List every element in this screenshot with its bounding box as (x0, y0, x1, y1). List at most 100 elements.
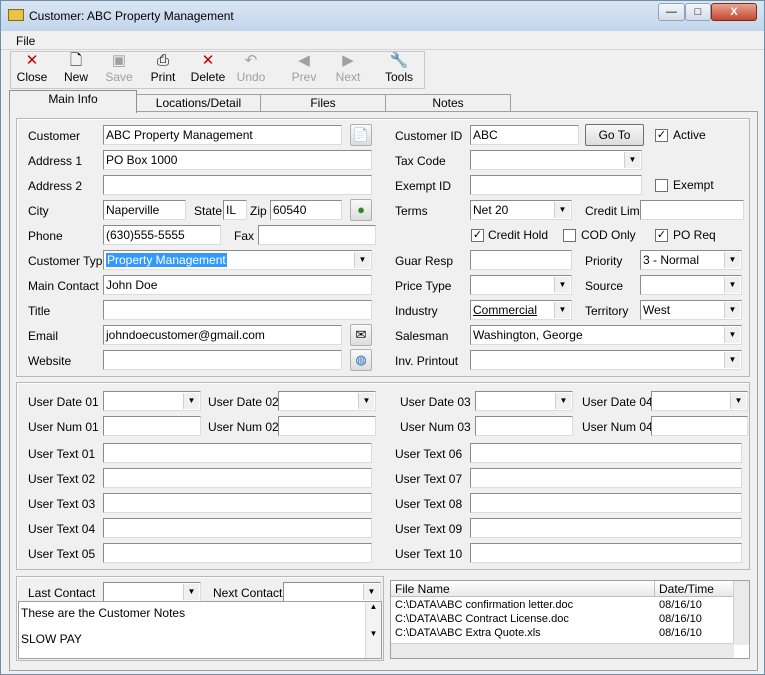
exempt-checkbox[interactable] (655, 179, 668, 192)
copy-document-icon[interactable]: 📄 (350, 124, 372, 146)
user-text-02-input[interactable] (103, 468, 372, 488)
menu-bar: File (1, 32, 764, 50)
zip-input[interactable]: 60540 (270, 200, 342, 220)
chevron-down-icon[interactable]: ▼ (724, 327, 740, 343)
email-input[interactable]: johndoecustomer@gmail.com (103, 325, 342, 345)
user-text-03-input[interactable] (103, 493, 372, 513)
delete-button[interactable]: ✕ Delete (188, 52, 228, 88)
file-row[interactable]: C:\DATA\ABC Contract License.doc (395, 613, 569, 625)
user-text-09-input[interactable] (470, 518, 742, 538)
tax-code-select[interactable]: ▼ (470, 150, 642, 170)
prev-button[interactable]: ◀ Prev (287, 52, 321, 88)
tab-notes[interactable]: Notes (385, 94, 511, 112)
user-text-08-input[interactable] (470, 493, 742, 513)
maximize-button[interactable]: □ (685, 3, 711, 21)
new-button[interactable]: 🗋 New (59, 52, 93, 88)
exempt-id-input[interactable] (470, 175, 642, 195)
credit-hold-checkbox[interactable]: ✓ (471, 229, 484, 242)
date-time-column-header[interactable]: Date/Time (655, 581, 735, 597)
terms-select[interactable]: Net 20 ▼ (470, 200, 572, 220)
last-contact-select[interactable]: ▼ (103, 582, 201, 602)
user-date-03-select[interactable]: ▼ (475, 391, 573, 411)
file-row[interactable]: C:\DATA\ABC Extra Quote.xls (395, 627, 541, 639)
chevron-down-icon[interactable]: ▼ (358, 393, 374, 409)
salesman-select[interactable]: Washington, George ▼ (470, 325, 742, 345)
chevron-down-icon[interactable]: ▼ (363, 584, 379, 600)
next-contact-select[interactable]: ▼ (283, 582, 381, 602)
chevron-down-icon[interactable]: ▼ (554, 277, 570, 293)
cod-only-checkbox[interactable] (563, 229, 576, 242)
user-text-01-input[interactable] (103, 443, 372, 463)
chevron-down-icon[interactable]: ▼ (724, 352, 740, 368)
file-name-column-header[interactable]: File Name (391, 581, 655, 597)
user-text-04-input[interactable] (103, 518, 372, 538)
customer-id-input[interactable]: ABC (470, 125, 579, 145)
active-checkbox[interactable]: ✓ (655, 129, 668, 142)
user-date-04-select[interactable]: ▼ (651, 391, 748, 411)
globe-icon[interactable]: ● (350, 199, 372, 221)
website-input[interactable] (103, 350, 342, 370)
po-req-checkbox[interactable]: ✓ (655, 229, 668, 242)
menu-file[interactable]: File (16, 34, 35, 48)
chevron-down-icon[interactable]: ▼ (183, 393, 199, 409)
files-vertical-scrollbar[interactable] (733, 581, 749, 645)
chevron-down-icon[interactable]: ▼ (354, 252, 370, 268)
notes-scrollbar[interactable]: ▲ ▼ (365, 602, 381, 658)
close-window-button[interactable]: X (711, 3, 757, 21)
envelope-icon[interactable]: ✉ (350, 324, 372, 346)
user-date-01-select[interactable]: ▼ (103, 391, 201, 411)
user-date-02-select[interactable]: ▼ (278, 391, 376, 411)
chevron-down-icon[interactable]: ▼ (554, 202, 570, 218)
address2-input[interactable] (103, 175, 372, 195)
territory-select[interactable]: West ▼ (640, 300, 742, 320)
user-text-06-input[interactable] (470, 443, 742, 463)
price-type-select[interactable]: ▼ (470, 275, 572, 295)
user-num-03-input[interactable] (475, 416, 573, 436)
files-horizontal-scrollbar[interactable] (391, 643, 734, 658)
priority-select[interactable]: 3 - Normal ▼ (640, 250, 742, 270)
user-text-10-input[interactable] (470, 543, 742, 563)
guar-resp-input[interactable] (470, 250, 572, 270)
chevron-down-icon[interactable]: ▼ (724, 302, 740, 318)
file-row[interactable]: C:\DATA\ABC confirmation letter.doc (395, 599, 573, 611)
customer-name-input[interactable]: ABC Property Management (103, 125, 342, 145)
chevron-down-icon[interactable]: ▼ (724, 252, 740, 268)
industry-select[interactable]: Commercial ▼ (470, 300, 572, 320)
inv-printout-select[interactable]: ▼ (470, 350, 742, 370)
city-input[interactable]: Naperville (103, 200, 186, 220)
phone-input[interactable]: (630)555-5555 (103, 225, 221, 245)
close-button[interactable]: ✕ Close (15, 52, 49, 88)
tools-button[interactable]: 🔧 Tools (381, 52, 417, 88)
next-button[interactable]: ▶ Next (331, 52, 365, 88)
browser-globe-icon[interactable]: ◍ (350, 349, 372, 371)
main-contact-input[interactable]: John Doe (103, 275, 372, 295)
chevron-down-icon[interactable]: ▼ (555, 393, 571, 409)
user-num-02-input[interactable] (278, 416, 376, 436)
user-num-01-input[interactable] (103, 416, 201, 436)
tab-files[interactable]: Files (260, 94, 386, 112)
tab-locations-detail[interactable]: Locations/Detail (136, 94, 261, 112)
chevron-down-icon[interactable]: ▼ (183, 584, 199, 600)
go-to-button[interactable]: Go To (585, 124, 644, 146)
customer-notes-textarea[interactable]: These are the Customer Notes SLOW PAY ▲ ▼ (18, 601, 382, 659)
fax-input[interactable] (258, 225, 376, 245)
print-button[interactable]: ⎙ Print (146, 52, 180, 88)
chevron-down-icon[interactable]: ▼ (730, 393, 746, 409)
save-button[interactable]: ▣ Save (102, 52, 136, 88)
undo-button[interactable]: ↶ Undo (234, 52, 268, 88)
minimize-button[interactable]: — (658, 3, 685, 21)
chevron-down-icon[interactable]: ▼ (724, 277, 740, 293)
source-select[interactable]: ▼ (640, 275, 742, 295)
chevron-down-icon[interactable]: ▼ (554, 302, 570, 318)
user-text-07-input[interactable] (470, 468, 742, 488)
user-text-05-input[interactable] (103, 543, 372, 563)
attached-files-list[interactable]: File Name Date/Time C:\DATA\ABC confirma… (390, 580, 750, 659)
address1-input[interactable]: PO Box 1000 (103, 150, 372, 170)
customer-type-select[interactable]: Property Management ▼ (103, 250, 372, 270)
state-input[interactable]: IL (223, 200, 247, 220)
user-num-04-input[interactable] (651, 416, 748, 436)
credit-limit-input[interactable] (640, 200, 744, 220)
title-input[interactable] (103, 300, 372, 320)
tab-main-info[interactable]: Main Info (9, 90, 137, 113)
chevron-down-icon[interactable]: ▼ (624, 152, 640, 168)
